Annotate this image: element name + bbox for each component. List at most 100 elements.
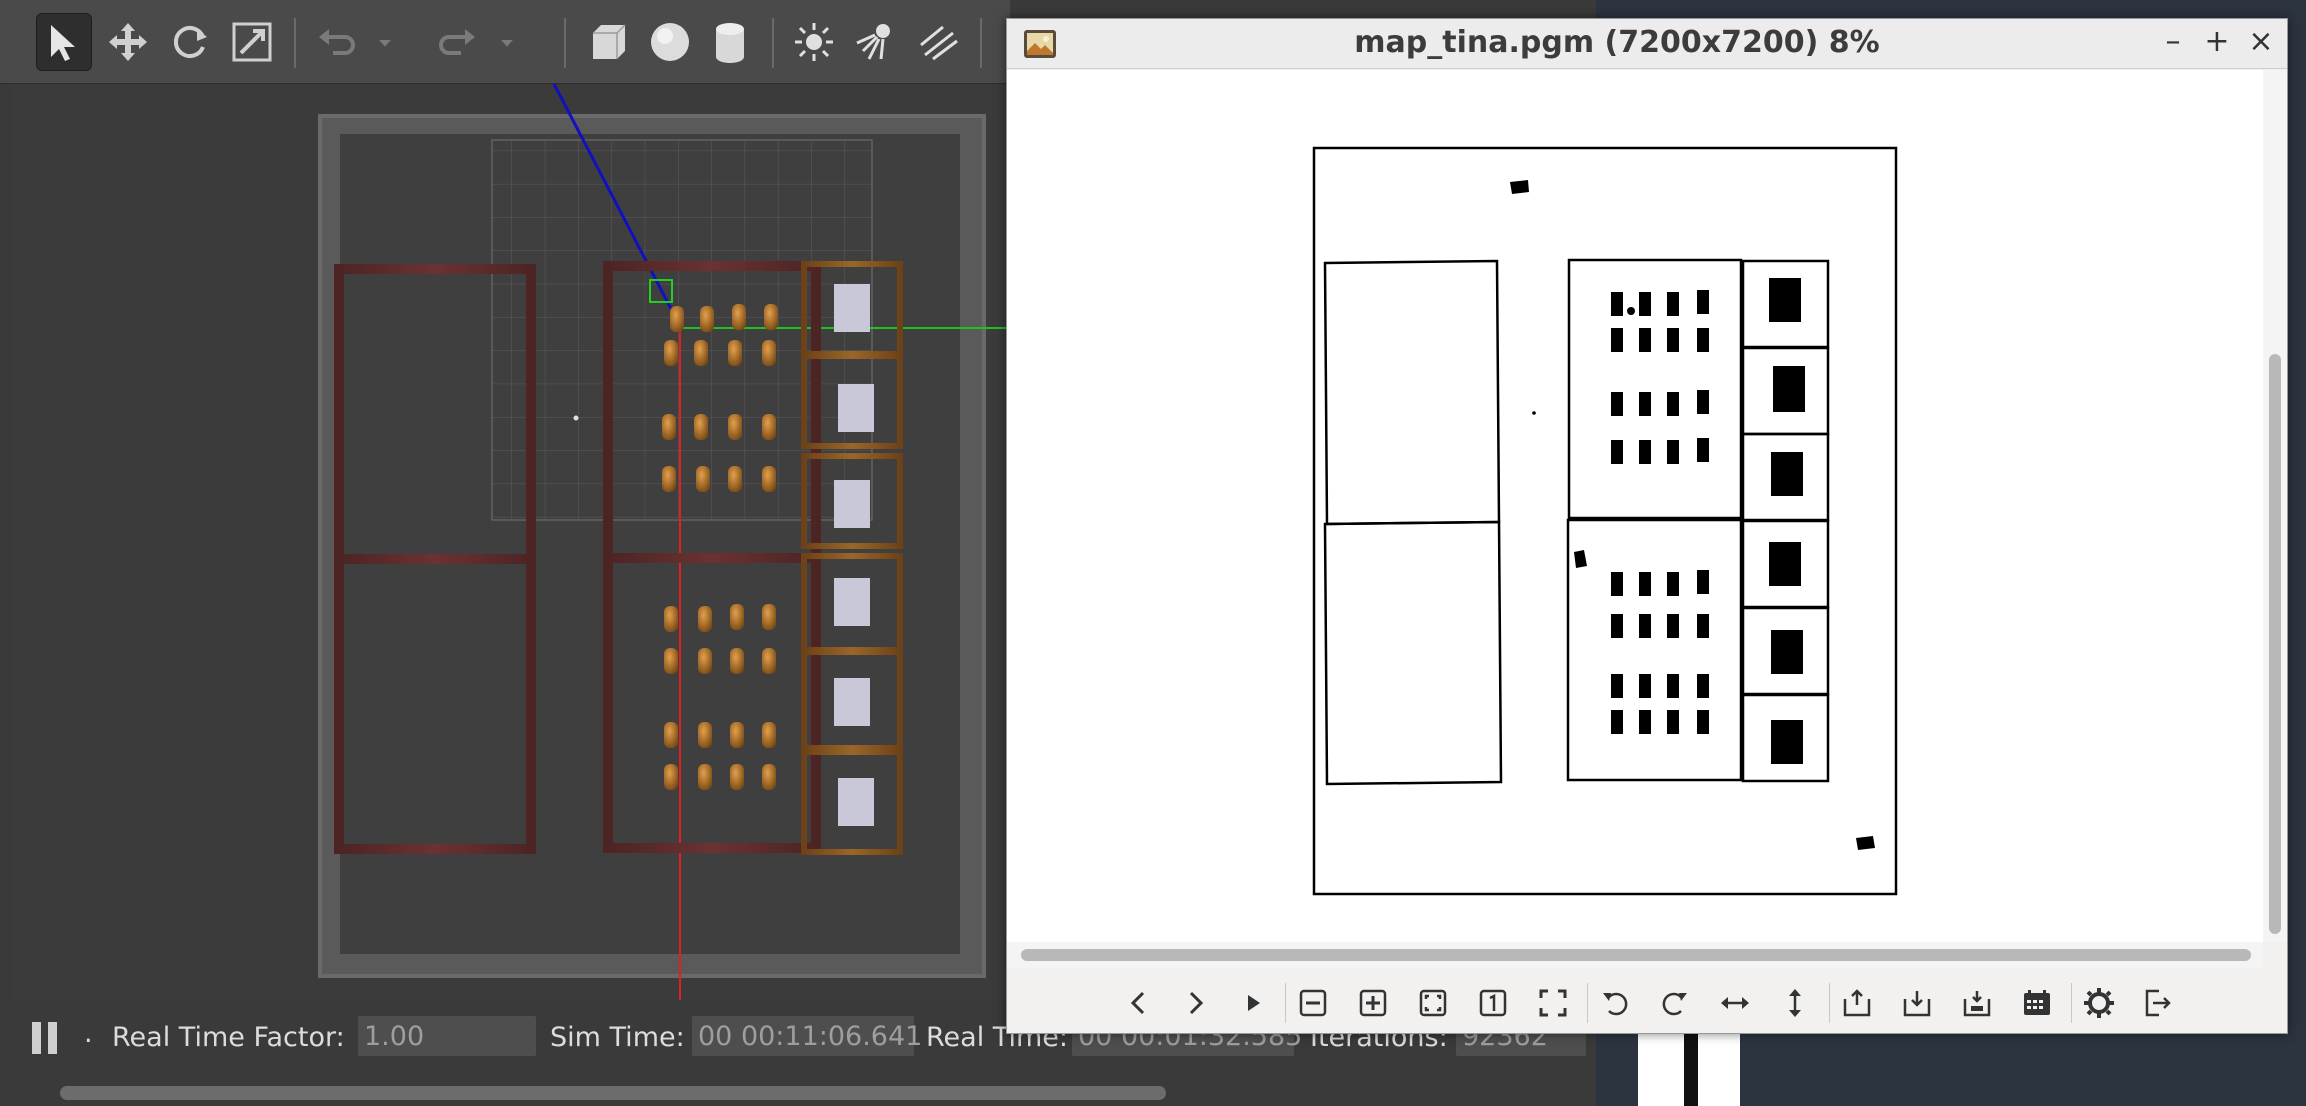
background-window-edge-dark: [1684, 1034, 1698, 1106]
flip-vertical-icon: [1789, 989, 1801, 1017]
toolbar-separator: [1285, 983, 1286, 1023]
cylinder-shape-button[interactable]: [702, 13, 758, 71]
toolbar-separator: [1829, 983, 1830, 1023]
chevron-down-icon: [379, 40, 391, 47]
step-indicator: .: [84, 1018, 93, 1049]
pause-button[interactable]: [28, 1020, 64, 1056]
open-file-button[interactable]: [1835, 981, 1879, 1025]
print-icon: [2024, 990, 2050, 1015]
toolbar-separator: [564, 18, 566, 68]
image-viewer-window: map_tina.pgm (7200x7200) 8% – + ×: [1006, 18, 2288, 1034]
next-image-button[interactable]: [1173, 981, 1217, 1025]
zoom-in-button[interactable]: [1351, 981, 1395, 1025]
sphere-shape-button[interactable]: [642, 13, 698, 71]
zoom-out-icon: [1299, 989, 1327, 1017]
rotate-right-button[interactable]: [1653, 981, 1697, 1025]
sun-icon: [795, 23, 833, 61]
toolbar-separator: [294, 18, 296, 68]
redo-icon: [439, 29, 475, 55]
previous-icon: [1130, 991, 1145, 1015]
rotate-right-icon: [1662, 992, 1687, 1016]
rotate-left-icon: [1603, 992, 1628, 1016]
box-icon: [593, 24, 626, 59]
save-button[interactable]: [1895, 981, 1939, 1025]
viewer-toolbar: [1007, 971, 2287, 1033]
undo-button[interactable]: [308, 13, 364, 71]
toolbar-separator: [772, 18, 774, 68]
pause-icon: [48, 1022, 57, 1054]
gazebo-toolbar: [0, 0, 1010, 84]
rotate-left-button[interactable]: [1593, 981, 1637, 1025]
undo-icon: [319, 29, 355, 55]
maximize-button[interactable]: +: [2199, 24, 2235, 60]
fit-window-button[interactable]: [1411, 981, 1455, 1025]
viewer-titlebar[interactable]: map_tina.pgm (7200x7200) 8% – + ×: [1007, 19, 2287, 69]
image-canvas[interactable]: [1007, 70, 2263, 942]
scale-icon: [232, 22, 272, 62]
box-shape-button[interactable]: [580, 13, 636, 71]
rotate-icon: [174, 26, 207, 58]
redo-dropdown[interactable]: [492, 13, 522, 71]
scrollbar-thumb[interactable]: [1021, 949, 2251, 961]
redo-button[interactable]: [430, 13, 486, 71]
real-time-factor-value: 1.00: [358, 1016, 536, 1056]
original-size-button[interactable]: [1471, 981, 1515, 1025]
exit-button[interactable]: [2135, 981, 2179, 1025]
viewer-title: map_tina.pgm (7200x7200) 8%: [1354, 25, 1880, 60]
zoom-in-icon: [1359, 989, 1387, 1017]
toolbar-separator: [2071, 983, 2072, 1023]
zoom-out-button[interactable]: [1291, 981, 1335, 1025]
small-object: [573, 415, 579, 421]
save-as-button[interactable]: [1955, 981, 1999, 1025]
save-as-icon: [1963, 991, 1991, 1017]
spot-light-button[interactable]: [848, 13, 904, 71]
map-obstacles: [1510, 180, 1875, 850]
toolbar-separator: [980, 18, 982, 68]
sim-time-value: 00 00:11:06.641: [692, 1016, 922, 1056]
scrollbar-thumb[interactable]: [60, 1086, 1166, 1100]
translate-mode-button[interactable]: [100, 13, 156, 71]
directional-light-button[interactable]: [910, 13, 966, 71]
print-button[interactable]: [2015, 981, 2059, 1025]
play-slideshow-icon: [1248, 995, 1260, 1011]
fit-window-icon: [1419, 989, 1447, 1017]
preferences-icon: [2084, 988, 2114, 1018]
sphere-icon: [651, 23, 689, 61]
sim-time-label: Sim Time:: [550, 1022, 685, 1053]
close-button[interactable]: ×: [2243, 24, 2279, 60]
undo-dropdown[interactable]: [370, 13, 400, 71]
flip-vertical-button[interactable]: [1773, 981, 1817, 1025]
point-light-button[interactable]: [786, 13, 842, 71]
flip-horizontal-icon: [1721, 997, 1749, 1009]
exit-icon: [2145, 989, 2171, 1017]
slideshow-button[interactable]: [1231, 981, 1275, 1025]
original-size-icon: [1479, 989, 1507, 1017]
minimize-button[interactable]: –: [2155, 24, 2191, 60]
rotate-mode-button[interactable]: [162, 13, 218, 71]
previous-image-button[interactable]: [1117, 981, 1161, 1025]
viewer-horizontal-scrollbar[interactable]: [1007, 942, 2263, 968]
select-mode-button[interactable]: [36, 13, 92, 71]
pause-icon: [32, 1022, 41, 1054]
spotlight-icon: [856, 24, 890, 60]
chevron-down-icon: [501, 40, 513, 47]
cylinder-icon: [716, 23, 744, 63]
real-time-factor-label: Real Time Factor:: [112, 1022, 345, 1053]
map-cubicles: [1741, 259, 1830, 783]
scrollbar-thumb[interactable]: [2269, 354, 2281, 934]
scale-mode-button[interactable]: [224, 13, 280, 71]
gazebo-horizontal-scrollbar[interactable]: [0, 1080, 1596, 1106]
occupancy-map-image: [1312, 146, 1898, 896]
save-icon: [1903, 991, 1931, 1017]
preferences-button[interactable]: [2077, 981, 2121, 1025]
flip-horizontal-button[interactable]: [1713, 981, 1757, 1025]
viewer-vertical-scrollbar[interactable]: [2263, 70, 2287, 942]
fullscreen-button[interactable]: [1531, 981, 1575, 1025]
arrow-pointer-icon: [51, 25, 75, 61]
next-icon: [1189, 991, 1204, 1015]
directional-light-icon: [920, 25, 958, 61]
fullscreen-icon: [1539, 989, 1567, 1017]
map-room-center-top: [1567, 258, 1743, 520]
move-arrows-icon: [109, 23, 147, 61]
toolbar-separator: [1587, 983, 1588, 1023]
